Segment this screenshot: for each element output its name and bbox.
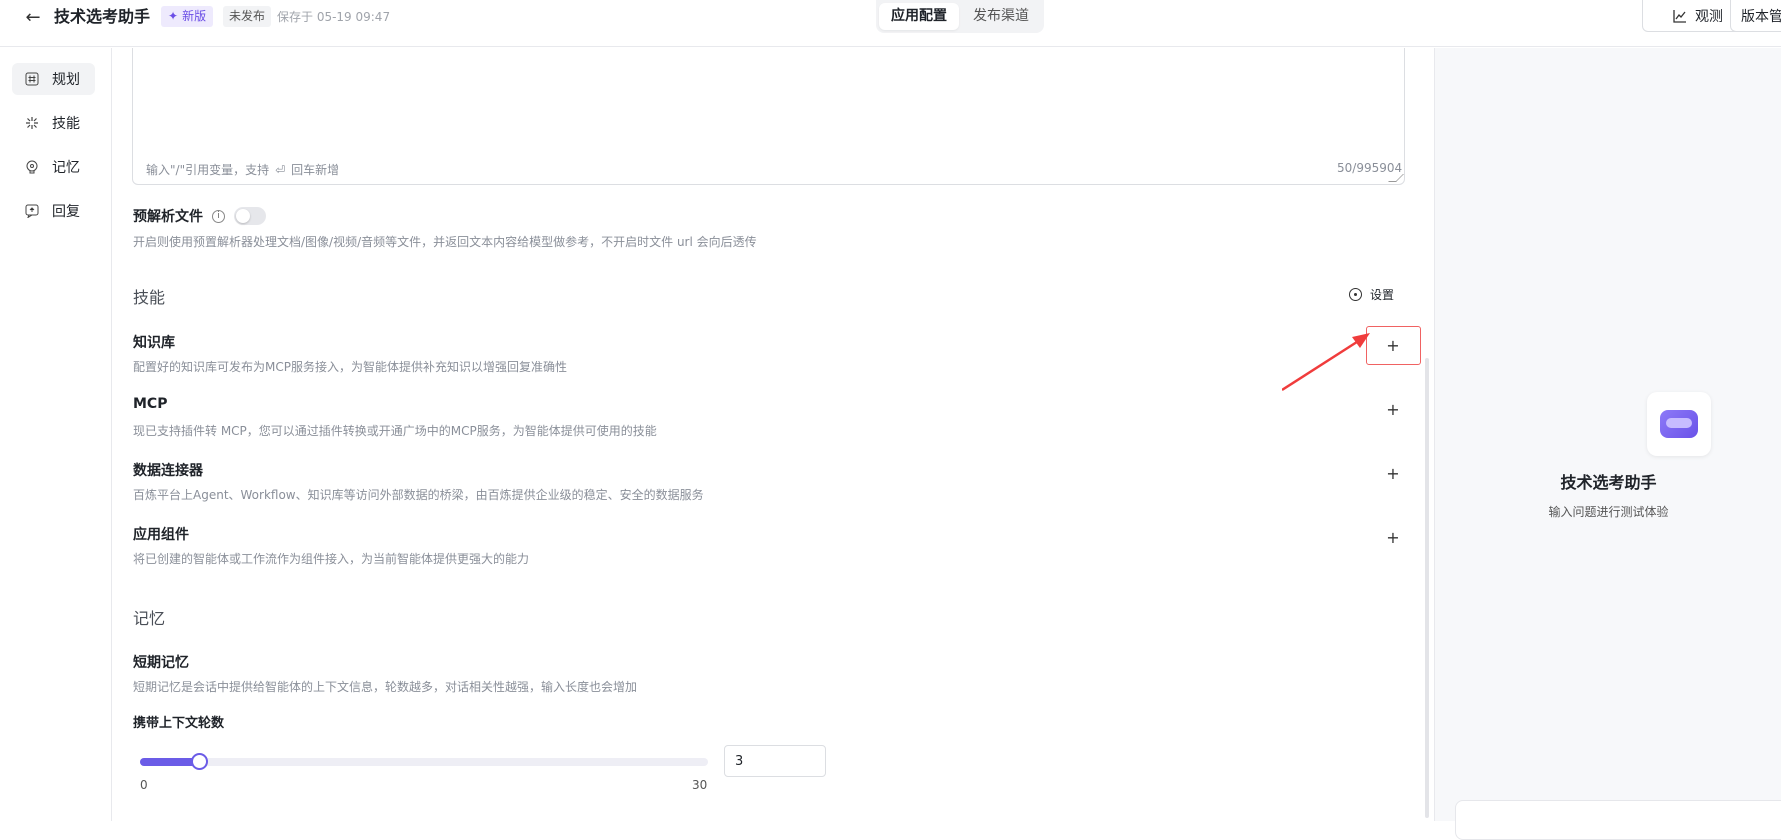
prompt-hint-text: 输入"/"引用变量，支持 (146, 163, 270, 177)
context-rounds-slider[interactable] (140, 753, 708, 770)
sidebar-item-memory[interactable]: 记忆 (12, 151, 95, 183)
info-icon[interactable]: i (212, 210, 225, 223)
preview-panel: 技术选考助手 输入问题进行测试体验 (1434, 48, 1781, 840)
short-term-memory-label: 短期记忆 (133, 655, 189, 671)
agent-avatar (1647, 392, 1711, 456)
scrollbar[interactable] (1425, 358, 1429, 818)
toggle-knob (236, 209, 250, 223)
settings-label: 设置 (1370, 288, 1395, 302)
plus-icon: + (1386, 399, 1400, 419)
skills-settings-button[interactable]: 设置 (1349, 286, 1394, 303)
mcp-desc: 现已支持插件转 MCP，您可以通过插件转换或开通广场中的MCP服务，为智能体提供… (133, 424, 657, 438)
brain-icon (24, 159, 40, 175)
prompt-hint: 输入"/"引用变量，支持 ⏎ 回车新增 (146, 161, 339, 178)
char-count: 50/995904 (1337, 161, 1403, 175)
plus-icon: + (1386, 463, 1400, 483)
slider-thumb[interactable] (191, 753, 208, 770)
preview-title: 技术选考助手 (1560, 473, 1657, 492)
sidebar-item-label: 技能 (52, 116, 80, 132)
preparse-desc: 开启则使用预置解析器处理文档/图像/视频/音频等文件，并返回文本内容给模型做参考… (133, 235, 757, 249)
sparkle-icon: ✦ (168, 9, 179, 23)
data-connector-desc: 百炼平台上Agent、Workflow、知识库等访问外部数据的桥梁，由百炼提供企… (133, 488, 704, 502)
app-component-label: 应用组件 (133, 527, 189, 543)
tab-publish-channel[interactable]: 发布渠道 (961, 3, 1041, 30)
sidebar-item-label: 回复 (52, 204, 80, 220)
robot-icon (1660, 410, 1698, 438)
left-sidebar: 规划 技能 记忆 回复 (0, 48, 112, 821)
skills-heading: 技能 (133, 288, 166, 307)
sparkle-icon (24, 115, 40, 131)
new-version-badge: ✦ 新版 (161, 6, 214, 27)
sidebar-item-label: 规划 (52, 72, 80, 88)
reply-icon (24, 203, 40, 219)
knowledge-base-desc: 配置好的知识库可发布为MCP服务接入，为智能体提供补充知识以增强回复准确性 (133, 360, 567, 374)
preview-desc: 输入问题进行测试体验 (1548, 505, 1669, 519)
line-chart-icon (1673, 9, 1686, 23)
observe-label: 观测 (1695, 8, 1723, 25)
new-version-label: 新版 (182, 9, 207, 23)
back-arrow-icon[interactable]: ← (22, 6, 44, 28)
sidebar-item-reply[interactable]: 回复 (12, 195, 95, 227)
add-app-component-button[interactable]: + (1381, 525, 1405, 549)
slider-min-label: 0 (140, 778, 148, 792)
unpublished-badge: 未发布 (223, 6, 272, 27)
add-data-connector-button[interactable]: + (1381, 461, 1405, 485)
sidebar-item-planning[interactable]: 规划 (12, 63, 95, 95)
sidebar-item-label: 记忆 (52, 160, 80, 176)
slider-max-label: 30 (692, 778, 708, 792)
save-timestamp: 保存于 05-19 09:47 (277, 10, 391, 24)
short-term-memory-desc: 短期记忆是会话中提供给智能体的上下文信息，轮数越多，对话相关性越强，输入长度也会… (133, 680, 638, 694)
preparse-label: 预解析文件 (133, 209, 203, 225)
gear-icon (1349, 288, 1362, 301)
sidebar-item-skills[interactable]: 技能 (12, 107, 95, 139)
hash-icon (24, 71, 40, 87)
context-rounds-label: 携带上下文轮数 (133, 716, 225, 731)
plus-icon: + (1386, 527, 1400, 547)
preview-chat-input[interactable] (1455, 800, 1781, 840)
data-connector-label: 数据连接器 (133, 463, 203, 479)
version-manage-button[interactable]: 版本管 (1730, 0, 1781, 32)
app-title: 技术选考助手 (54, 7, 151, 26)
preparse-toggle[interactable] (234, 207, 266, 225)
annotation-arrow-icon (1282, 333, 1370, 392)
prompt-hint-enter: 回车新增 (291, 163, 340, 177)
app-component-desc: 将已创建的智能体或工作流作为组件接入，为当前智能体提供更强大的能力 (133, 552, 530, 566)
tab-app-config[interactable]: 应用配置 (879, 3, 959, 30)
version-manage-label: 版本管 (1741, 8, 1781, 25)
plus-icon: + (1386, 335, 1400, 355)
top-bar: ← 技术选考助手 ✦ 新版 未发布 保存于 05-19 09:47 应用配置 发… (0, 0, 1781, 47)
knowledge-base-label: 知识库 (133, 335, 175, 351)
memory-heading: 记忆 (133, 609, 166, 628)
mcp-label: MCP (133, 396, 168, 412)
top-tabs: 应用配置 发布渠道 (876, 0, 1044, 33)
context-rounds-input[interactable] (724, 745, 826, 777)
add-mcp-button[interactable]: + (1381, 397, 1405, 421)
enter-key-icon: ⏎ (275, 162, 286, 177)
config-panel: 输入"/"引用变量，支持 ⏎ 回车新增 50/995904 预解析文件 i 开启… (112, 48, 1434, 821)
add-knowledge-base-button[interactable]: + (1381, 333, 1405, 357)
